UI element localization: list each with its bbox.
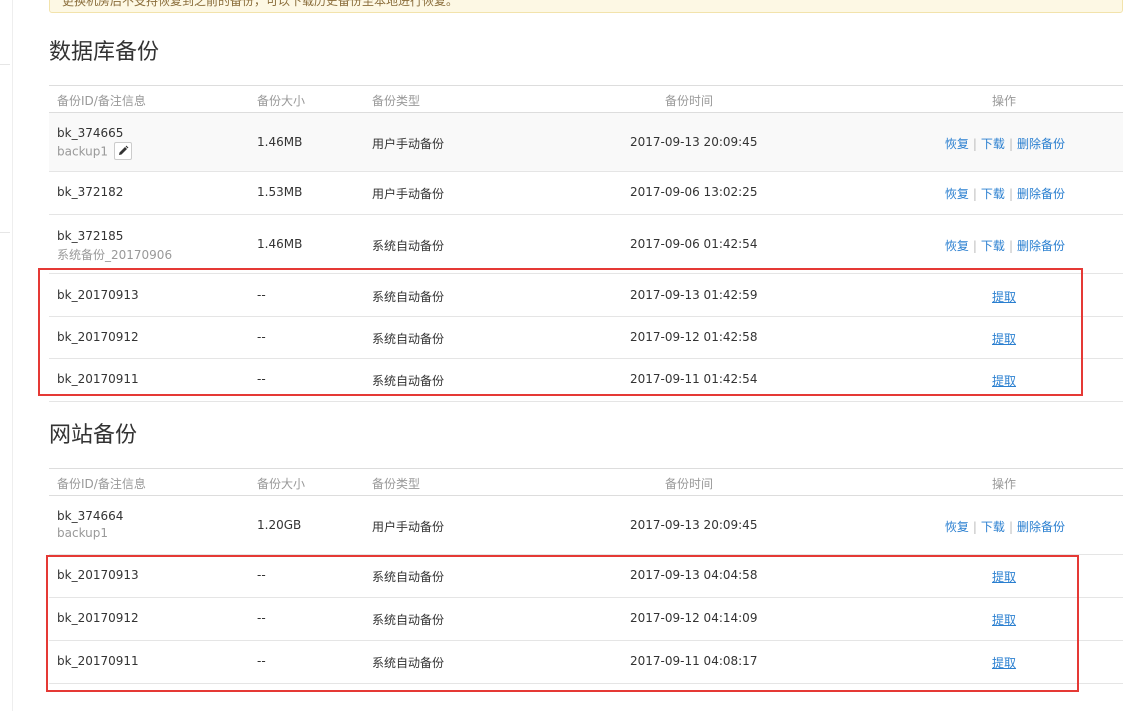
backup-id: bk_372185 xyxy=(57,229,124,243)
db-section-title: 数据库备份 xyxy=(49,40,160,65)
download-link[interactable]: 下载 xyxy=(981,239,1005,253)
backup-size: 1.46MB xyxy=(257,135,303,149)
table-row: bk_374664 backup1 1.20GB 用户手动备份 2017-09-… xyxy=(49,496,1123,555)
edit-note-button[interactable] xyxy=(114,142,133,160)
backup-type: 用户手动备份 xyxy=(372,520,445,534)
col-header-size: 备份大小 xyxy=(257,477,306,491)
rail-divider xyxy=(0,64,10,65)
highlight-box xyxy=(46,555,1079,692)
separator: | xyxy=(1008,239,1013,253)
backup-id: bk_372182 xyxy=(57,185,124,199)
row-actions: 恢复 | 下载 | 删除备份 xyxy=(945,135,1065,152)
separator: | xyxy=(972,137,977,151)
delete-backup-link[interactable]: 删除备份 xyxy=(1017,239,1065,253)
backup-time: 2017-09-06 13:02:25 xyxy=(630,185,758,199)
table-row: bk_372185 系统备份_20170906 1.46MB 系统自动备份 20… xyxy=(49,215,1123,274)
notice-text: 更换机房后不支持恢复到之前的备份，可以下载历史备份至本地进行恢复。 xyxy=(62,0,459,8)
restore-link[interactable]: 恢复 xyxy=(945,239,969,253)
col-header-time: 备份时间 xyxy=(665,94,714,108)
download-link[interactable]: 下载 xyxy=(981,137,1005,151)
delete-backup-link[interactable]: 删除备份 xyxy=(1017,187,1065,201)
separator: | xyxy=(1008,520,1013,534)
table-row: bk_372182 1.53MB 用户手动备份 2017-09-06 13:02… xyxy=(49,172,1123,215)
delete-backup-link[interactable]: 删除备份 xyxy=(1017,520,1065,534)
backup-note-text: backup1 xyxy=(57,144,109,159)
col-header-type: 备份类型 xyxy=(372,94,421,108)
table-header: 备份ID/备注信息 备份大小 备份类型 备份时间 操作 xyxy=(49,468,1123,496)
rail-divider xyxy=(0,232,10,233)
download-link[interactable]: 下载 xyxy=(981,520,1005,534)
separator: | xyxy=(1008,137,1013,151)
separator: | xyxy=(972,239,977,253)
backup-time: 2017-09-13 20:09:45 xyxy=(630,135,758,149)
col-header-id: 备份ID/备注信息 xyxy=(57,94,146,108)
backup-size: 1.20GB xyxy=(257,518,302,532)
col-header-ops: 操作 xyxy=(992,94,1017,108)
notice-banner: 更换机房后不支持恢复到之前的备份，可以下载历史备份至本地进行恢复。 xyxy=(49,0,1123,13)
col-header-id: 备份ID/备注信息 xyxy=(57,477,146,491)
col-header-ops: 操作 xyxy=(992,477,1017,491)
backup-note: 系统备份_20170906 xyxy=(57,248,173,262)
backup-type: 用户手动备份 xyxy=(372,187,445,201)
restore-link[interactable]: 恢复 xyxy=(945,520,969,534)
table-header: 备份ID/备注信息 备份大小 备份类型 备份时间 操作 xyxy=(49,85,1123,113)
backup-id: bk_374664 xyxy=(57,509,124,523)
site-section-title: 网站备份 xyxy=(49,423,138,448)
delete-backup-link[interactable]: 删除备份 xyxy=(1017,137,1065,151)
backup-note: backup1 xyxy=(57,142,133,161)
col-header-time: 备份时间 xyxy=(665,477,714,491)
row-actions: 恢复 | 下载 | 删除备份 xyxy=(945,237,1065,254)
backup-type: 用户手动备份 xyxy=(372,137,445,151)
download-link[interactable]: 下载 xyxy=(981,187,1005,201)
left-rail xyxy=(0,0,13,711)
backup-size: 1.46MB xyxy=(257,237,303,251)
col-header-size: 备份大小 xyxy=(257,94,306,108)
backup-size: 1.53MB xyxy=(257,185,303,199)
table-row: bk_374665 backup1 1.46MB 用户手动备份 2017-09-… xyxy=(49,113,1123,172)
separator: | xyxy=(1008,187,1013,201)
backup-time: 2017-09-06 01:42:54 xyxy=(630,237,758,251)
row-actions: 恢复 | 下载 | 删除备份 xyxy=(945,518,1065,535)
pencil-icon xyxy=(119,145,129,155)
col-header-type: 备份类型 xyxy=(372,477,421,491)
row-actions: 恢复 | 下载 | 删除备份 xyxy=(945,185,1065,202)
backup-type: 系统自动备份 xyxy=(372,239,445,253)
separator: | xyxy=(972,187,977,201)
backup-note: backup1 xyxy=(57,526,109,540)
highlight-box xyxy=(38,268,1083,396)
backup-id: bk_374665 xyxy=(57,126,124,140)
backup-time: 2017-09-13 20:09:45 xyxy=(630,518,758,532)
restore-link[interactable]: 恢复 xyxy=(945,137,969,151)
restore-link[interactable]: 恢复 xyxy=(945,187,969,201)
separator: | xyxy=(972,520,977,534)
